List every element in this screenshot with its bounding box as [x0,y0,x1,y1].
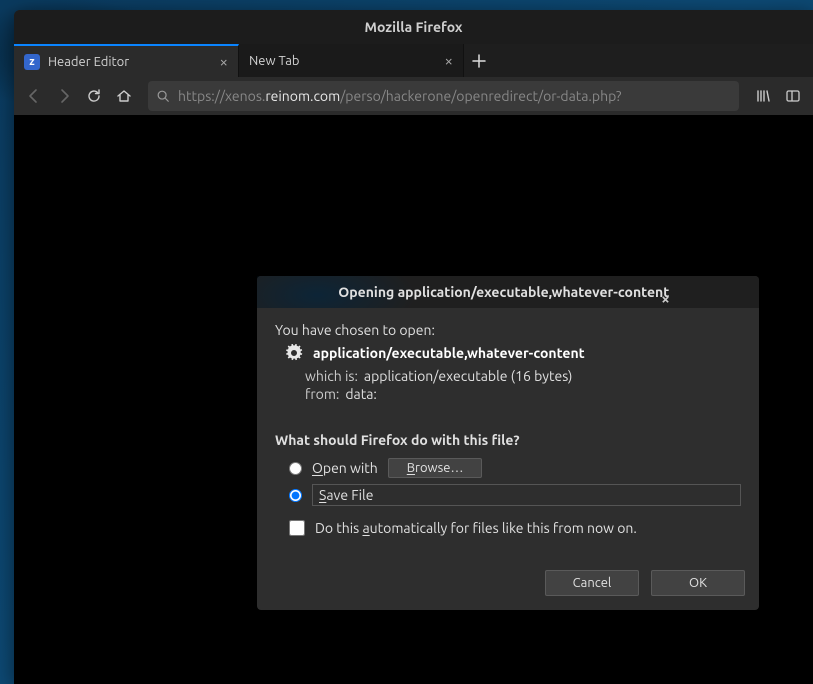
close-icon[interactable]: × [445,53,453,68]
forward-button[interactable] [50,82,78,110]
which-is-value: application/executable (16 bytes) [364,368,573,384]
tab-new-tab[interactable]: New Tab × [239,44,464,77]
cancel-button[interactable]: Cancel [545,570,639,596]
close-icon[interactable]: × [220,54,228,69]
window-titlebar: Mozilla Firefox [14,10,813,44]
search-icon [156,89,170,103]
dialog-filename: application/executable,whatever-content [313,345,585,361]
window-title: Mozilla Firefox [364,19,462,35]
browse-button[interactable]: Browse… [388,458,483,478]
ok-button[interactable]: OK [651,570,745,596]
save-file-label: Save File [312,484,741,506]
dialog-titlebar: Opening application/executable,whatever-… [257,276,759,308]
url-text: https://xenos.reinom.com/perso/hackerone… [178,88,621,104]
open-with-radio[interactable] [289,462,302,475]
gear-icon [285,344,303,362]
url-bar[interactable]: https://xenos.reinom.com/perso/hackerone… [148,81,739,111]
home-button[interactable] [110,82,138,110]
library-button[interactable] [749,82,777,110]
tab-header-editor[interactable]: z Header Editor × [14,44,239,77]
from-label: from: [305,386,339,402]
which-is-label: which is: [305,368,358,384]
dialog-question: What should Firefox do with this file? [275,432,741,448]
new-tab-button[interactable] [464,44,494,77]
remember-checkbox[interactable] [289,520,305,536]
tab-label: Header Editor [48,55,129,69]
save-file-radio[interactable] [289,489,302,502]
remember-label: Do this automatically for files like thi… [315,520,637,536]
tab-bar: z Header Editor × New Tab × [14,44,813,77]
reload-button[interactable] [80,82,108,110]
header-editor-favicon: z [24,54,40,70]
dialog-intro: You have chosen to open: [275,322,741,338]
from-value: data: [345,386,377,402]
open-with-label: Open with [312,460,378,476]
dialog-title: Opening application/executable,whatever-… [338,284,669,300]
nav-toolbar: https://xenos.reinom.com/perso/hackerone… [14,77,813,115]
sidebar-button[interactable] [779,82,807,110]
close-icon[interactable]: × [661,290,669,307]
tab-label: New Tab [249,54,300,68]
back-button[interactable] [20,82,48,110]
download-dialog: Opening application/executable,whatever-… [257,276,759,610]
